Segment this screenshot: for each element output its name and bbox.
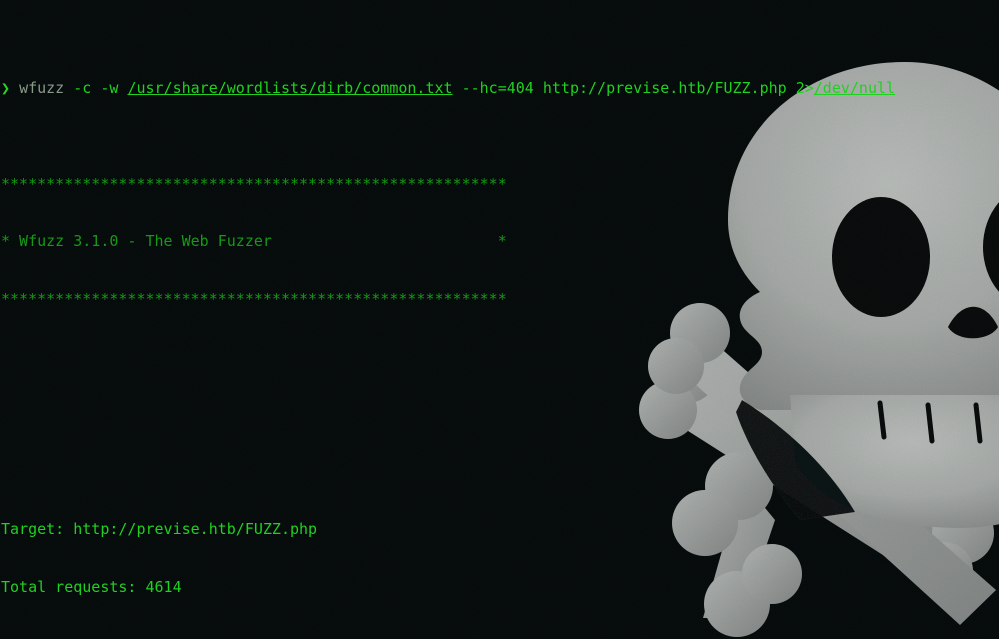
banner-rule-bottom: ****************************************… [1, 290, 507, 308]
command-flags-first: -c -w [64, 78, 128, 97]
target-line: Target: http://previse.htb/FUZZ.php [1, 520, 318, 539]
wordlist-path: /usr/share/wordlists/dirb/common.txt [127, 78, 453, 97]
command-flags-second: --hc=404 http://previse.htb/FUZZ.php 2> [452, 78, 814, 97]
banner-rule-top: ****************************************… [1, 174, 507, 193]
command-name: wfuzz [19, 78, 65, 97]
banner-title: * Wfuzz 3.1.0 - The Web Fuzzer * [1, 232, 507, 251]
total-requests-line: Total requests: 4614 [1, 577, 182, 596]
shell-prompt-icon: ❯ [1, 78, 11, 97]
redirect-path: /dev/null [813, 78, 896, 97]
command-line[interactable]: ❯ wfuzz -c -w /usr/share/wordlists/dirb/… [1, 79, 999, 98]
terminal-output[interactable]: ❯ wfuzz -c -w /usr/share/wordlists/dirb/… [0, 0, 999, 639]
